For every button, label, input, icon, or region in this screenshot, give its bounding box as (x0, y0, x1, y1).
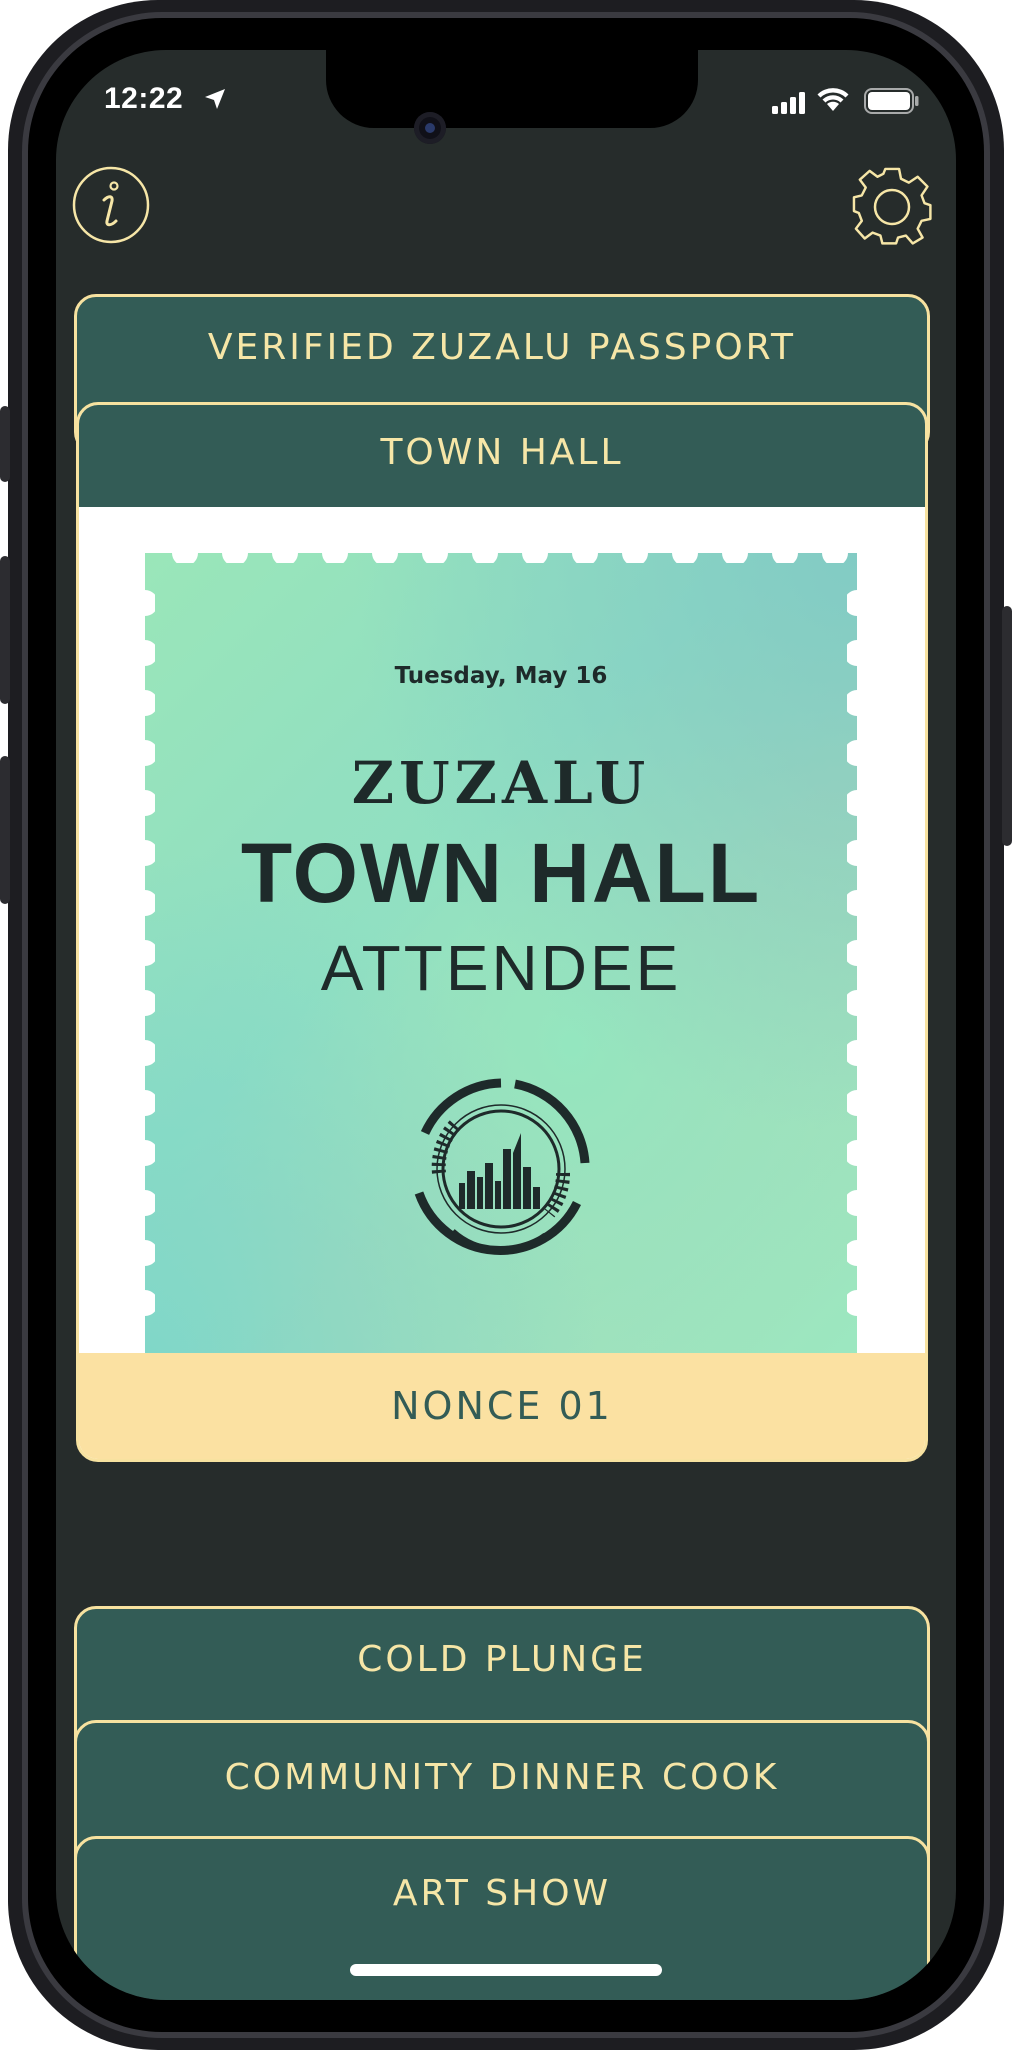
card-title: COLD PLUNGE (357, 1639, 647, 1680)
volume-down-button (0, 756, 10, 904)
mute-switch (0, 406, 10, 482)
status-time: 12:22 (104, 82, 184, 115)
info-button[interactable] (72, 166, 150, 244)
ticket-subtitle: ATTENDEE (320, 932, 682, 1004)
front-camera (414, 112, 446, 144)
power-button (1002, 606, 1012, 846)
screen: 12:22 VERIFIED ZUZALU PASSPORT TOWN HALL… (56, 50, 956, 2000)
active-card-header: TOWN HALL (79, 405, 925, 507)
info-icon (72, 166, 150, 244)
stamp-perforation-top (172, 543, 848, 563)
settings-button[interactable] (852, 166, 934, 248)
active-card-footer: NONCE 01 (79, 1353, 925, 1459)
pcd-card-active[interactable]: TOWN HALL Tuesday, May 16 ZUZALU TOWN HA… (76, 402, 928, 1462)
home-indicator[interactable] (350, 1964, 662, 1976)
card-title: VERIFIED ZUZALU PASSPORT (207, 327, 797, 368)
ticket-title: TOWN HALL (240, 826, 762, 920)
battery-icon (864, 88, 919, 114)
ticket-stamp: Tuesday, May 16 ZUZALU TOWN HALL ATTENDE… (135, 543, 867, 1383)
ticket-image-area: Tuesday, May 16 ZUZALU TOWN HALL ATTENDE… (79, 507, 925, 1397)
cellular-signal-icon (772, 92, 805, 114)
ticket-date: Tuesday, May 16 (394, 663, 608, 689)
wifi-icon (817, 88, 849, 111)
volume-up-button (0, 556, 10, 704)
card-title: COMMUNITY DINNER COOK (224, 1757, 780, 1798)
location-arrow-icon (205, 89, 225, 109)
card-title: ART SHOW (392, 1873, 612, 1914)
gear-icon (852, 167, 932, 245)
city-skyline-emblem-icon (414, 1078, 590, 1255)
ticket-brand: ZUZALU (351, 749, 651, 817)
notch (326, 50, 698, 128)
